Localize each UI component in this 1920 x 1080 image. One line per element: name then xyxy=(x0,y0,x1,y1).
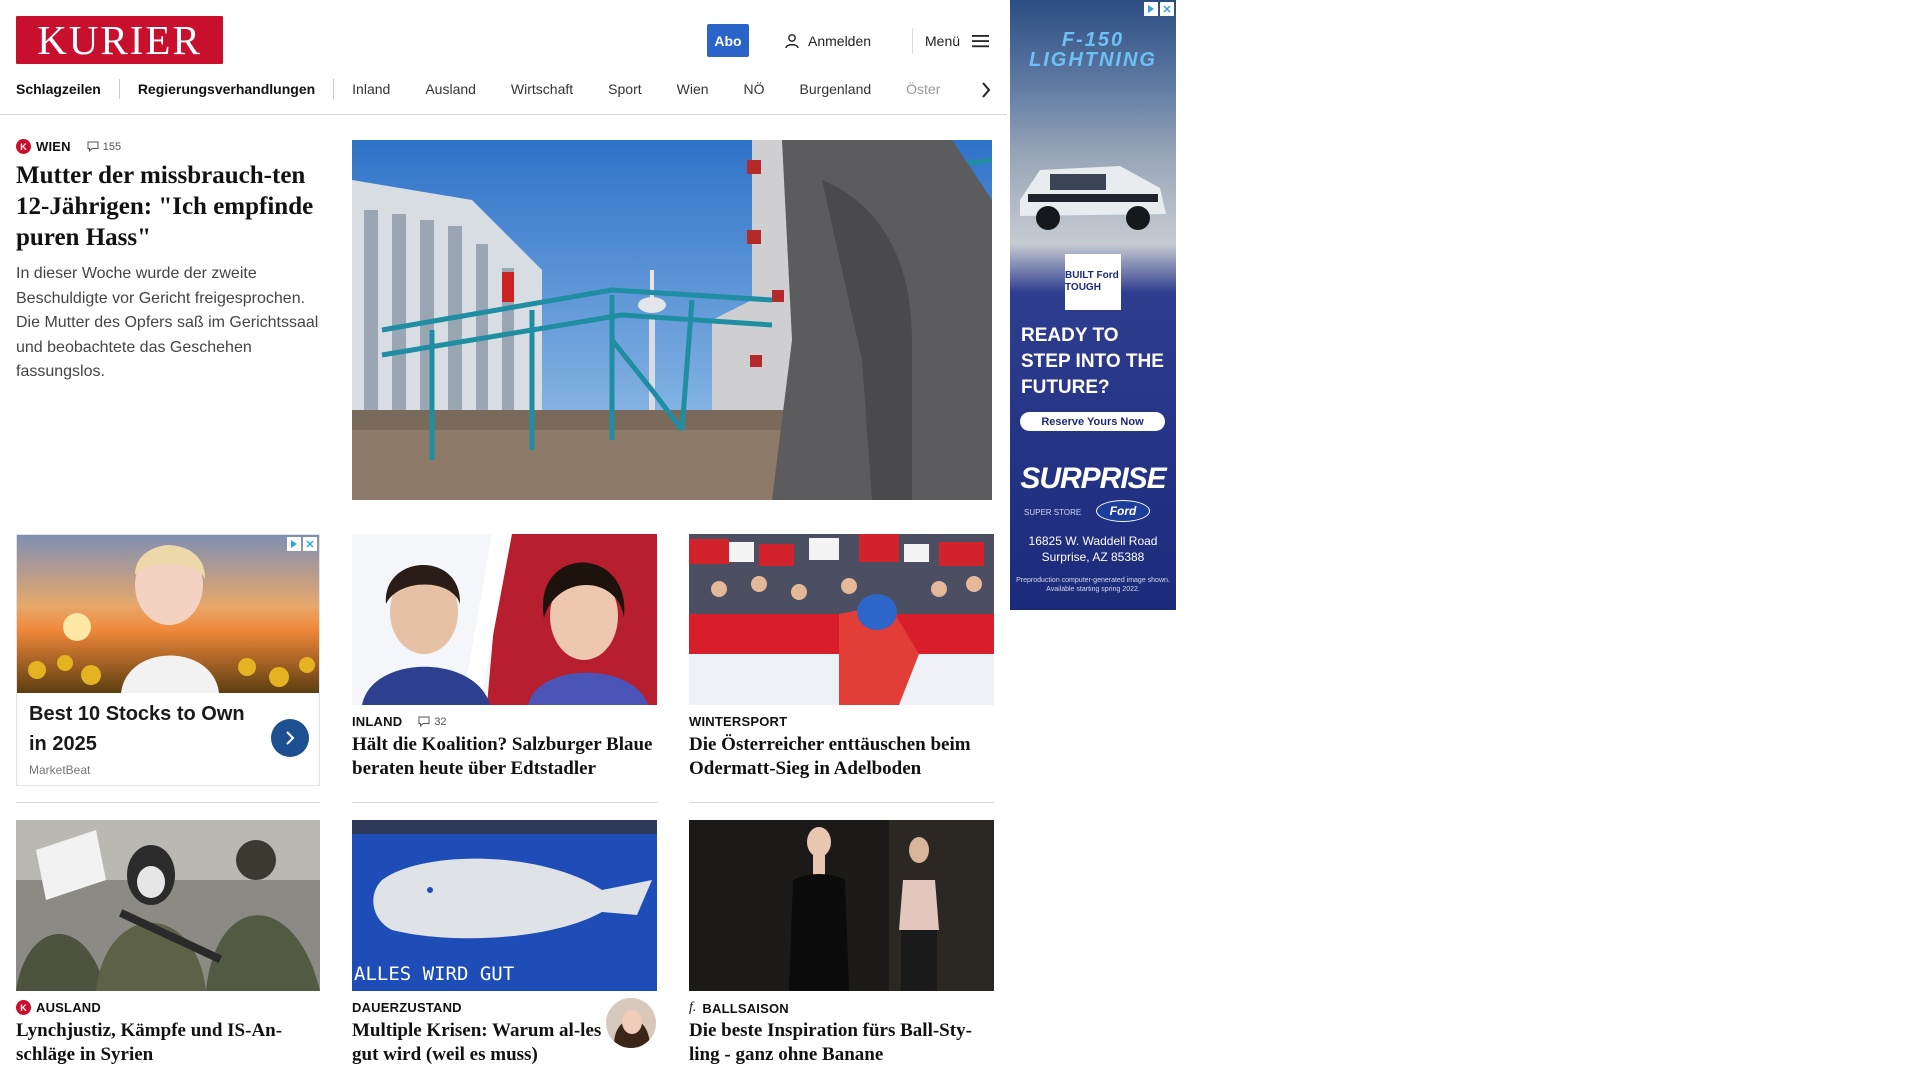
kurier-badge-icon: K xyxy=(16,1000,31,1015)
adchoices-icon[interactable] xyxy=(287,537,301,551)
nav-item-noe[interactable]: NÖ xyxy=(744,81,800,97)
article-comments-value: 32 xyxy=(434,715,447,728)
built-ford-tough-logo: BUILT Ford TOUGH xyxy=(1065,254,1121,310)
side-banner-ad[interactable]: F-150 LIGHTNING BUILT Ford TOUGH READY T… xyxy=(1010,0,1176,610)
close-ad-icon[interactable] xyxy=(303,537,317,551)
article-image-ausland[interactable] xyxy=(16,820,320,991)
mural-text: ALLES WIRD GUT xyxy=(354,963,514,985)
close-ad-icon[interactable] xyxy=(1160,2,1174,16)
nav-item-wirtschaft[interactable]: Wirtschaft xyxy=(511,81,608,97)
nav-divider xyxy=(118,79,120,99)
nav-item-burgenland[interactable]: Burgenland xyxy=(800,81,907,97)
article-section-label[interactable]: BALLSAISON xyxy=(702,1001,789,1016)
nav-item-oesterreich[interactable]: Öster xyxy=(906,81,975,97)
category-nav: Schlagzeilen Regierungsverhandlungen Inl… xyxy=(16,76,988,102)
dealer-subtitle: SUPER STORE xyxy=(1024,508,1082,517)
truck-image xyxy=(1020,166,1166,230)
row-divider xyxy=(16,802,320,803)
article-comment-count[interactable]: 32 xyxy=(418,715,447,728)
nav-item-inland[interactable]: Inland xyxy=(352,81,425,97)
article-meta-dauerzustand: DAUERZUSTAND xyxy=(352,1000,462,1015)
nav-item-sport[interactable]: Sport xyxy=(608,81,676,97)
sponsored-card[interactable]: Best 10 Stocks to Own in 2025 MarketBeat xyxy=(16,534,320,786)
article-title-inland[interactable]: Hält die Koalition? Salzburger Blaue ber… xyxy=(352,733,657,781)
nav-item-regierungsverhandlungen[interactable]: Regierungsverhandlungen xyxy=(138,81,333,97)
article-meta-ausland: K AUSLAND xyxy=(16,1000,101,1015)
ad-fine-print: Preproduction computer-generated image s… xyxy=(1016,577,1170,593)
article-section-label[interactable]: INLAND xyxy=(352,714,402,729)
adchoices-icon[interactable] xyxy=(1144,2,1158,16)
reserve-now-button[interactable]: Reserve Yours Now xyxy=(1020,412,1165,431)
sponsored-open-button[interactable] xyxy=(271,719,309,757)
freizeit-badge-icon: f. xyxy=(689,1000,697,1015)
chevron-right-icon xyxy=(982,82,991,98)
dealer-logo: SURPRISE xyxy=(1020,462,1166,495)
comment-icon xyxy=(87,141,99,152)
article-image-dauerzustand[interactable]: ALLES WIRD GUT xyxy=(352,820,657,991)
hero-comments-value: 155 xyxy=(102,140,122,153)
article-section-label[interactable]: WINTERSPORT xyxy=(689,714,787,729)
article-title-ballsaison[interactable]: Die beste Inspiration fürs Ball-Sty-ling… xyxy=(689,1019,994,1067)
row-divider xyxy=(352,802,657,803)
kurier-logo[interactable]: KURIER xyxy=(16,16,223,64)
login-button[interactable]: Anmelden xyxy=(784,29,871,53)
ford-logo: Ford xyxy=(1096,500,1150,522)
hero-comment-count[interactable]: 155 xyxy=(87,141,121,153)
nav-scroll-right-button[interactable] xyxy=(974,78,998,102)
menu-label: Menü xyxy=(925,33,961,49)
ad-tagline: READY TO STEP INTO THE FUTURE? xyxy=(1021,325,1164,398)
comment-icon xyxy=(418,716,430,727)
nav-item-ausland[interactable]: Ausland xyxy=(425,81,511,97)
article-meta-ballsaison: f. BALLSAISON xyxy=(689,1000,789,1016)
hamburger-icon xyxy=(972,35,990,48)
article-meta-inland: INLAND 32 xyxy=(352,714,447,729)
article-image-wintersport[interactable] xyxy=(689,534,994,705)
nav-divider xyxy=(333,79,335,99)
dealer-address: 16825 W. Waddell Road Surprise, AZ 85388 xyxy=(1028,534,1158,564)
author-avatar[interactable] xyxy=(606,998,656,1048)
menu-button[interactable]: Menü xyxy=(925,29,990,53)
hero-meta: K WIEN 155 xyxy=(16,139,121,154)
row-divider xyxy=(689,802,994,803)
article-meta-wintersport: WINTERSPORT xyxy=(689,714,787,729)
chevron-right-icon xyxy=(286,731,295,745)
article-image-inland[interactable] xyxy=(352,534,657,705)
sponsored-source: MarketBeat xyxy=(29,763,91,777)
user-icon xyxy=(785,34,799,49)
site-header: KURIER Abo Anmelden Menü Schlagzeilen Re… xyxy=(0,0,1007,115)
login-label: Anmelden xyxy=(808,33,872,49)
ad-headline: F-150 LIGHTNING xyxy=(1029,29,1157,71)
hero-section-label[interactable]: WIEN xyxy=(36,139,71,154)
adchoices-controls xyxy=(287,537,317,551)
article-title-wintersport[interactable]: Die Österreicher enttäuschen beim Oderma… xyxy=(689,733,994,781)
kurier-badge-icon: K xyxy=(16,139,31,154)
article-section-label[interactable]: DAUERZUSTAND xyxy=(352,1000,462,1015)
article-title-dauerzustand[interactable]: Multiple Krisen: Warum al-les gut wird (… xyxy=(352,1019,602,1067)
header-divider xyxy=(912,28,913,54)
hero-image[interactable] xyxy=(352,140,992,500)
nav-item-wien[interactable]: Wien xyxy=(677,81,744,97)
hero-headline[interactable]: Mutter der missbrauch-ten 12-Jährigen: "… xyxy=(16,160,316,253)
sponsored-image xyxy=(17,535,319,693)
adchoices-controls xyxy=(1144,2,1174,16)
hero-teaser: In dieser Woche wurde der zweite Beschul… xyxy=(16,265,319,380)
abo-button[interactable]: Abo xyxy=(707,24,749,57)
nav-item-schlagzeilen[interactable]: Schlagzeilen xyxy=(16,81,119,97)
article-image-ballsaison[interactable] xyxy=(689,820,994,991)
article-title-ausland[interactable]: Lynchjustiz, Kämpfe und IS-An-schläge in… xyxy=(16,1019,321,1067)
article-section-label[interactable]: AUSLAND xyxy=(36,1000,101,1015)
sponsored-title[interactable]: Best 10 Stocks to Own in 2025 xyxy=(29,699,249,759)
